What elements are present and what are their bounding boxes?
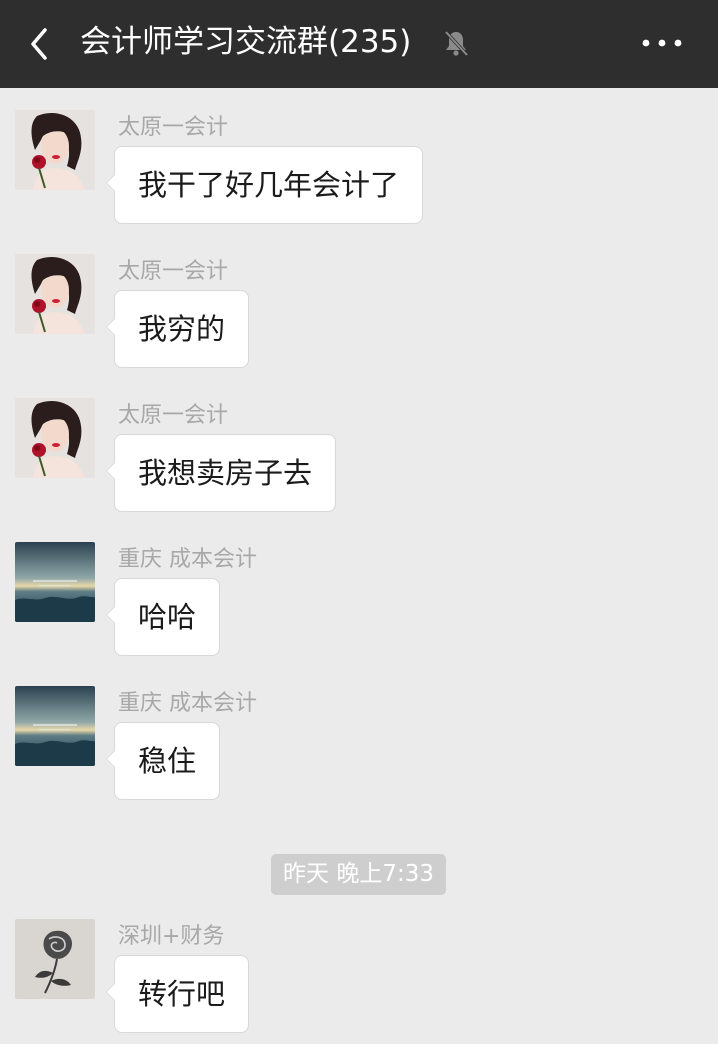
chat-header: 会计师学习交流群(235)	[0, 0, 718, 88]
message-bubble[interactable]: 转行吧	[105, 955, 250, 1033]
rose-sketch-avatar[interactable]	[15, 919, 95, 999]
message-bubble[interactable]: 我穷的	[105, 290, 250, 368]
more-button[interactable]	[632, 20, 692, 66]
message-bubble[interactable]: 哈哈	[105, 578, 221, 656]
message-bubble[interactable]: 我想卖房子去	[105, 434, 337, 512]
sender-name: 太原一会计	[118, 259, 229, 284]
rose-girl-avatar[interactable]	[15, 110, 95, 190]
sender-name: 重庆 成本会计	[118, 691, 257, 716]
sender-name: 太原一会计	[118, 403, 229, 428]
message-bubble[interactable]: 稳住	[105, 722, 221, 800]
sea-avatar[interactable]	[15, 686, 95, 766]
chat-title: 会计师学习交流群(235)	[80, 24, 412, 60]
sender-name: 太原一会计	[118, 115, 229, 140]
timestamp-badge: 昨天 晚上7:33	[271, 854, 446, 895]
rose-girl-avatar[interactable]	[15, 398, 95, 478]
more-dots-icon	[642, 39, 682, 47]
sea-avatar[interactable]	[15, 542, 95, 622]
rose-girl-avatar[interactable]	[15, 254, 95, 334]
back-button[interactable]	[14, 18, 66, 70]
message-bubble[interactable]: 我干了好几年会计了	[105, 146, 424, 224]
bell-muted-icon	[444, 30, 469, 57]
chevron-left-icon	[31, 28, 47, 60]
sender-name: 重庆 成本会计	[118, 547, 257, 572]
sender-name: 深圳+财务	[118, 924, 225, 949]
